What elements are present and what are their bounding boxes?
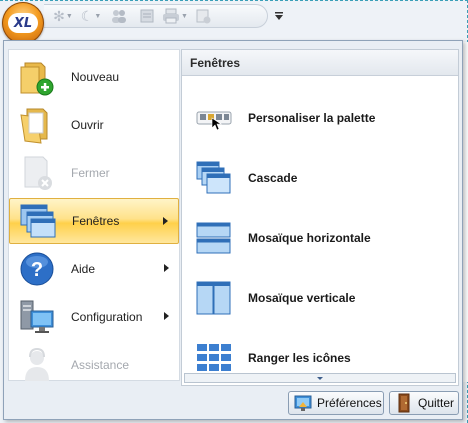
- menu-item-label: Fermer: [71, 166, 110, 180]
- menu-item-fenetres[interactable]: Fenêtres: [9, 198, 179, 244]
- cascade-icon: [196, 160, 232, 196]
- menu-item-assistance[interactable]: Assistance: [9, 342, 179, 388]
- submenu-title: Fenêtres: [182, 50, 458, 76]
- submenu-item-mosaique-horizontale[interactable]: Mosaïque horizontale: [182, 208, 458, 268]
- submenu-item-label: Mosaïque verticale: [248, 291, 356, 305]
- window-top-border: [0, 0, 468, 1]
- menu-item-label: Configuration: [71, 310, 143, 324]
- application-menu: Nouveau Ouvrir Fermer Fenêtres ? Aide Co…: [3, 40, 463, 420]
- application-button[interactable]: XL: [2, 2, 44, 44]
- quick-access-toolbar: ✻ ▼ ☾ ▼ ▼: [44, 4, 268, 28]
- submenu-item-label: Mosaïque horizontale: [248, 231, 371, 245]
- preferences-label: Préférences: [317, 396, 382, 410]
- submenu-item-label: Ranger les icônes: [248, 351, 351, 365]
- scroll-down-arrow-icon: [317, 376, 323, 380]
- customize-toolbar-icon[interactable]: [272, 9, 286, 23]
- palette-icon: [196, 100, 232, 136]
- menu-item-nouveau[interactable]: Nouveau: [9, 54, 179, 100]
- submenu-scroll-down[interactable]: [184, 373, 456, 383]
- quit-label: Quitter: [418, 396, 455, 410]
- help-icon: ?: [17, 249, 57, 289]
- submenu-panel: Fenêtres Personaliser la palette Cascade…: [181, 49, 459, 386]
- submenu-arrow-icon: [163, 217, 168, 225]
- sun-icon[interactable]: ✻ ▼: [50, 7, 76, 25]
- menu-item-label: Fenêtres: [72, 214, 120, 228]
- submenu-item-label: Cascade: [248, 171, 298, 185]
- preferences-button[interactable]: Préférences: [288, 391, 384, 415]
- menu-item-label: Ouvrir: [71, 118, 104, 132]
- configuration-icon: [17, 297, 57, 337]
- submenu-item-cascade[interactable]: Cascade: [182, 148, 458, 208]
- menu-item-configuration[interactable]: Configuration: [9, 294, 179, 340]
- quit-button[interactable]: Quitter: [389, 391, 459, 415]
- new-folder-icon: [17, 57, 57, 97]
- svg-text:?: ?: [31, 259, 43, 281]
- menu-item-label: Aide: [71, 262, 96, 276]
- submenu-arrow-icon: [164, 312, 169, 320]
- submenu-item-personaliser-palette[interactable]: Personaliser la palette: [182, 88, 458, 148]
- users-icon[interactable]: [106, 7, 132, 25]
- windows-icon: [18, 201, 58, 241]
- menu-item-label: Nouveau: [71, 70, 120, 84]
- document-icon[interactable]: [134, 7, 160, 25]
- open-folder-icon: [17, 105, 57, 145]
- new-page-icon[interactable]: [190, 7, 216, 25]
- menu-item-ouvrir[interactable]: Ouvrir: [9, 102, 179, 148]
- submenu-item-mosaique-verticale[interactable]: Mosaïque verticale: [182, 268, 458, 328]
- close-document-icon: [17, 153, 57, 193]
- main-menu-list: Nouveau Ouvrir Fermer Fenêtres ? Aide Co…: [8, 49, 180, 381]
- assistance-icon: [17, 345, 57, 385]
- submenu-item-label: Personaliser la palette: [248, 111, 376, 125]
- app-logo: XL: [8, 13, 38, 33]
- tile-vertical-icon: [196, 280, 232, 316]
- tile-horizontal-icon: [196, 220, 232, 256]
- moon-icon[interactable]: ☾ ▼: [78, 7, 104, 25]
- menu-item-fermer[interactable]: Fermer: [9, 150, 179, 196]
- submenu-arrow-icon: [164, 264, 169, 272]
- menu-item-aide[interactable]: ? Aide: [9, 246, 179, 292]
- menu-item-label: Assistance: [71, 358, 130, 372]
- arrange-icons-icon: [196, 340, 232, 376]
- exit-door-icon: [394, 393, 414, 413]
- printer-icon[interactable]: ▼: [162, 7, 188, 25]
- preferences-icon: [293, 393, 313, 413]
